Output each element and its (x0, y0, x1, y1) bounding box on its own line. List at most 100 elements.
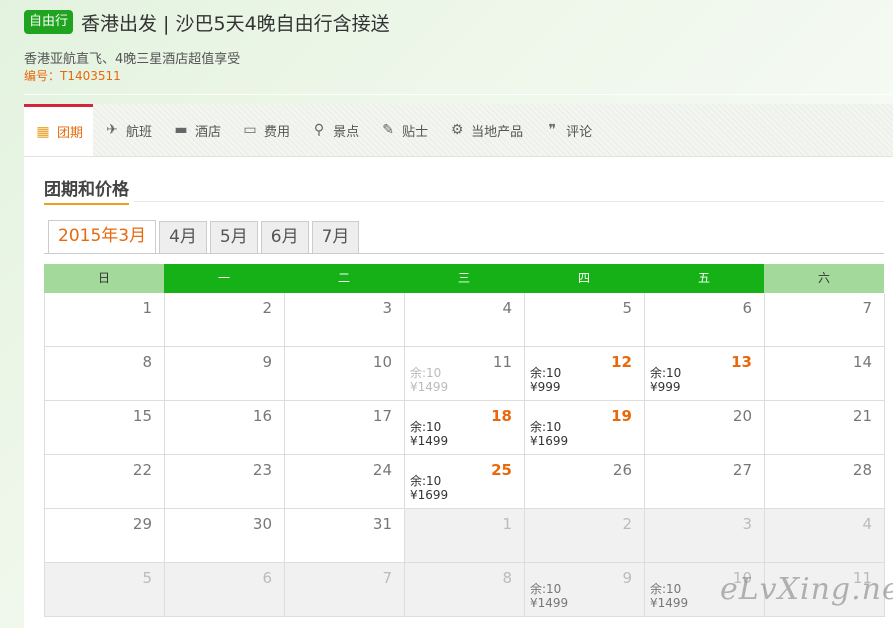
plane-icon: ✈ (106, 122, 118, 138)
day-number: 17 (372, 407, 392, 425)
product-code: 编号：T1403511 (24, 69, 121, 83)
tab-4[interactable]: ▭ 费用 (231, 104, 300, 156)
month-tab-3[interactable]: 5月 (209, 221, 258, 253)
calendar-day: 5 (525, 293, 645, 347)
month-tabs: 2015年3月 4月 5月 6月 7月 (48, 220, 362, 253)
departure-info: 余:10 ¥1499 (530, 582, 568, 610)
section-divider (134, 201, 884, 202)
seats-remaining: 余:10 (650, 366, 682, 380)
calendar-day: 16 (165, 401, 285, 455)
calendar-day: 3 (285, 293, 405, 347)
calendar-day: 5 (45, 563, 165, 617)
calendar-day: 2 (165, 293, 285, 347)
calendar-day: 31 (285, 509, 405, 563)
day-number: 30 (252, 515, 272, 533)
day-number: 14 (852, 353, 872, 371)
day-number: 21 (852, 407, 872, 425)
calendar-day: 1 (405, 509, 525, 563)
price: ¥999 (530, 380, 561, 394)
calendar-day: 23 (165, 455, 285, 509)
calendar-day: 22 (45, 455, 165, 509)
month-tab-2[interactable]: 4月 (159, 221, 207, 253)
calendar-day: 2 (525, 509, 645, 563)
weekday-header: 五 (644, 264, 764, 293)
calendar-day: 27 (645, 455, 765, 509)
price: ¥1499 (410, 434, 449, 448)
calendar-day[interactable]: 12 余:10 ¥999 (525, 347, 645, 401)
tips-icon: ✎ (382, 122, 394, 138)
calendar-day[interactable]: 9 余:10 ¥1499 (525, 563, 645, 617)
day-number: 12 (611, 353, 632, 371)
departure-info: 余:10 ¥999 (530, 366, 561, 394)
day-number: 31 (372, 515, 392, 533)
day-number: 3 (382, 299, 392, 317)
title-row: 自由行 香港出发 | 沙巴5天4晚自由行含接送 (24, 8, 893, 36)
month-tab-5[interactable]: 7月 (311, 221, 360, 253)
day-number: 16 (252, 407, 272, 425)
calendar-day: 6 (645, 293, 765, 347)
day-number: 19 (611, 407, 632, 425)
calendar-day: 8 (405, 563, 525, 617)
calendar-day[interactable]: 11 余:10 ¥1499 (405, 347, 525, 401)
tab-5[interactable]: ⚲ 景点 (300, 104, 369, 156)
month-tabs-baseline (44, 253, 884, 254)
day-number: 27 (732, 461, 752, 479)
calendar-day: 28 (765, 455, 885, 509)
weekday-header: 三 (404, 264, 524, 293)
day-number: 8 (142, 353, 152, 371)
tab-8[interactable]: ❞ 评论 (533, 104, 602, 156)
departure-calendar: 日一二三四五六 1 2 3 4 5 6 7 8 9 10 11 余:10 ¥1499 12 余:10 ¥999… (44, 264, 885, 617)
calendar-day: 30 (165, 509, 285, 563)
tab-label: 贴士 (402, 124, 429, 140)
day-number: 9 (262, 353, 272, 371)
calendar-day: 6 (165, 563, 285, 617)
page-subtitle: 香港亚航直飞、4晚三星酒店超值享受 (24, 52, 241, 67)
calendar-day: 21 (765, 401, 885, 455)
tab-1[interactable]: ▦ 团期 (24, 104, 94, 156)
calendar-day[interactable]: 25 余:10 ¥1699 (405, 455, 525, 509)
local-product-icon: ⚙ (450, 122, 464, 138)
calendar-day: 7 (765, 293, 885, 347)
calendar-day[interactable]: 18 余:10 ¥1499 (405, 401, 525, 455)
day-number: 4 (862, 515, 872, 533)
day-number: 18 (491, 407, 512, 425)
watermark: eLvXing.net (720, 572, 893, 607)
departure-info: 余:10 ¥1699 (530, 420, 568, 448)
schedule-panel: 团期和价格 2015年3月 4月 5月 6月 7月 日一二三四五六 1234567891… (24, 157, 893, 628)
tab-label: 酒店 (195, 124, 222, 140)
seats-remaining: 余:10 (650, 582, 682, 596)
day-number: 24 (372, 461, 392, 479)
day-number: 29 (132, 515, 152, 533)
price: ¥1499 (410, 380, 449, 394)
calendar-icon: ▦ (36, 123, 50, 140)
calendar-day: 3 (645, 509, 765, 563)
tab-2[interactable]: ✈ 航班 (93, 104, 162, 156)
day-number: 5 (622, 299, 632, 317)
calendar-day: 4 (405, 293, 525, 347)
tab-7[interactable]: ⚙ 当地产品 (438, 104, 533, 156)
day-number: 11 (492, 353, 512, 371)
calendar-grid: 1 2 3 4 5 6 7 8 9 10 11 余:10 ¥1499 12 余:10 ¥999 13 余:10 ¥9… (44, 293, 885, 617)
calendar-header: 日一二三四五六 (44, 264, 884, 293)
seats-remaining: 余:10 (410, 420, 442, 434)
month-tab-1[interactable]: 2015年3月 (48, 220, 157, 253)
calendar-day: 17 (285, 401, 405, 455)
calendar-day[interactable]: 13 余:10 ¥999 (645, 347, 765, 401)
tab-label: 费用 (264, 124, 291, 140)
day-number: 13 (731, 353, 752, 371)
tab-6[interactable]: ✎ 贴士 (369, 104, 438, 156)
price: ¥1499 (530, 596, 569, 610)
day-number: 6 (262, 569, 272, 587)
page-title: 香港出发 | 沙巴5天4晚自由行含接送 (81, 12, 390, 35)
month-tab-4[interactable]: 6月 (260, 221, 309, 253)
tab-label: 当地产品 (471, 124, 524, 140)
tab-3[interactable]: ▬ 酒店 (162, 104, 231, 156)
seats-remaining: 余:10 (530, 366, 562, 380)
day-number: 20 (732, 407, 752, 425)
header: 自由行 香港出发 | 沙巴5天4晚自由行含接送 香港亚航直飞、4晚三星酒店超值享… (24, 8, 893, 83)
calendar-day: 1 (45, 293, 165, 347)
day-number: 26 (612, 461, 632, 479)
calendar-day[interactable]: 19 余:10 ¥1699 (525, 401, 645, 455)
calendar-day: 24 (285, 455, 405, 509)
departure-info: 余:10 ¥1699 (410, 474, 448, 502)
